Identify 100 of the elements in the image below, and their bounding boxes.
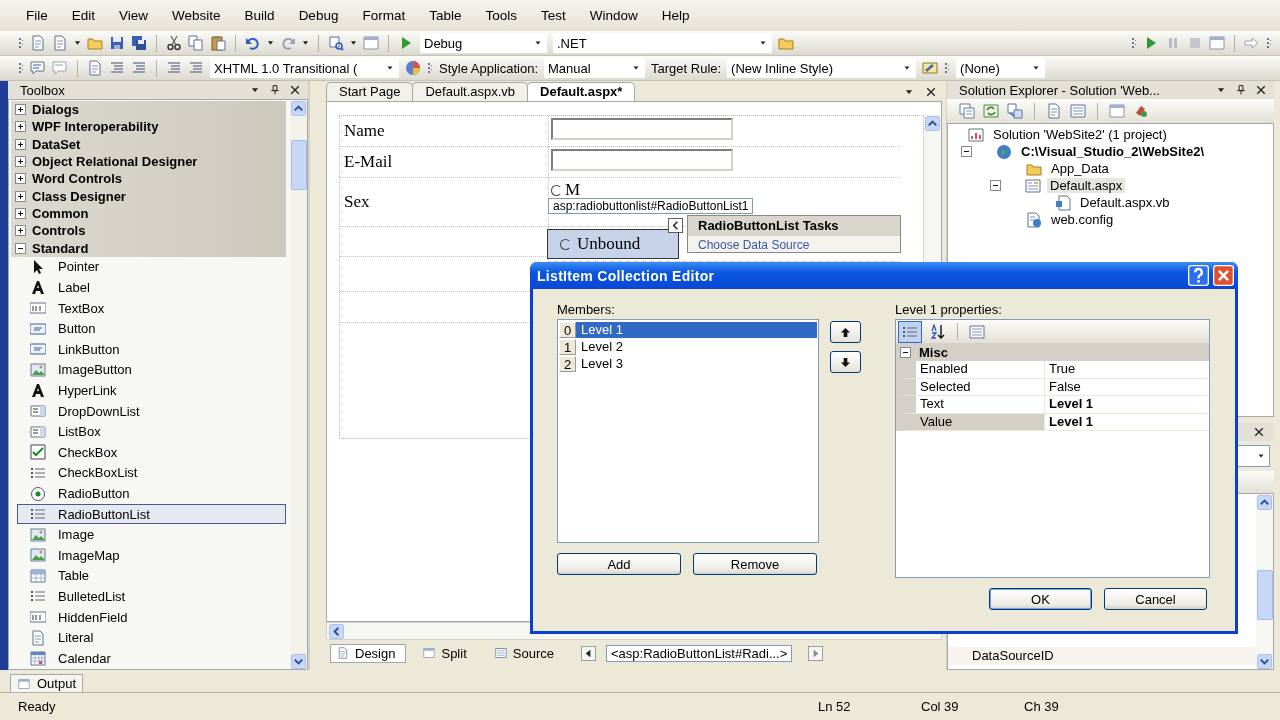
toolbox-category[interactable]: Class Designer bbox=[11, 187, 286, 205]
toolbox-item[interactable]: RadioButtonList bbox=[17, 503, 286, 525]
document-tab[interactable]: Default.aspx.vb bbox=[412, 82, 529, 101]
output-tab[interactable]: Output bbox=[10, 674, 84, 692]
toolbox-item[interactable]: RadioButton bbox=[17, 483, 286, 504]
tree-item[interactable]: Solution 'WebSite2' (1 project) bbox=[990, 127, 1170, 142]
toolbox-item[interactable]: HyperLink bbox=[17, 380, 286, 401]
menu-item[interactable]: View bbox=[107, 6, 161, 25]
undo-icon[interactable] bbox=[245, 35, 261, 51]
tree-item[interactable]: C:\Visual_Studio_2\WebSite2\ bbox=[1018, 144, 1207, 159]
property-value[interactable]: Level 1 bbox=[1045, 396, 1209, 414]
member-item[interactable]: Level 2 bbox=[576, 338, 817, 355]
toolbox-category[interactable]: WPF Interoperability bbox=[11, 118, 286, 136]
toolbox-category[interactable]: Dialogs bbox=[11, 101, 286, 119]
menu-item[interactable]: Help bbox=[649, 6, 702, 25]
caret-icon[interactable] bbox=[632, 64, 640, 72]
scroll-thumb[interactable] bbox=[1256, 570, 1273, 620]
scroll-up-button[interactable] bbox=[291, 101, 306, 116]
add-button[interactable]: Add bbox=[557, 553, 681, 575]
move-down-button[interactable] bbox=[830, 351, 861, 373]
toolbox-item[interactable]: Calendar bbox=[17, 647, 286, 669]
menu-item[interactable]: Build bbox=[232, 6, 287, 25]
toolbox-item[interactable]: CheckBox bbox=[17, 442, 286, 463]
expand-icon[interactable] bbox=[15, 225, 26, 237]
close-icon[interactable] bbox=[290, 85, 300, 95]
expand-icon[interactable] bbox=[15, 207, 26, 219]
toolbox-item[interactable]: ListBox bbox=[17, 421, 286, 442]
move-up-button[interactable] bbox=[830, 321, 861, 343]
menu-item[interactable]: Website bbox=[160, 6, 233, 25]
text-input[interactable] bbox=[551, 118, 733, 140]
help-button[interactable] bbox=[1188, 265, 1209, 286]
toolbox-item[interactable]: BulletedList bbox=[17, 586, 286, 607]
property-name[interactable]: Enabled bbox=[896, 361, 1045, 379]
menu-item[interactable]: Test bbox=[529, 6, 578, 25]
document-icon[interactable] bbox=[1046, 103, 1062, 119]
paste-icon[interactable] bbox=[210, 35, 226, 51]
toolbox-item[interactable]: Image bbox=[17, 524, 286, 545]
comment-icon[interactable] bbox=[30, 60, 46, 76]
scroll-left-button[interactable] bbox=[329, 623, 344, 639]
toolbox-item[interactable]: CheckBoxList bbox=[17, 462, 286, 484]
color-wheel-icon[interactable] bbox=[405, 60, 421, 76]
toolbox-item[interactable]: Literal bbox=[17, 627, 286, 648]
scroll-down-button[interactable] bbox=[291, 654, 306, 669]
toolbox-category[interactable]: Word Controls bbox=[11, 170, 286, 188]
close-button[interactable] bbox=[1213, 265, 1234, 286]
document-tab[interactable]: Default.aspx* bbox=[527, 82, 636, 101]
toolbox-item[interactable]: LinkButton bbox=[17, 339, 286, 360]
menu-item[interactable]: Edit bbox=[59, 6, 108, 25]
caret-icon[interactable] bbox=[903, 64, 912, 72]
toolbox-category[interactable]: Controls bbox=[11, 222, 286, 240]
menu-item[interactable]: Debug bbox=[286, 6, 351, 25]
toolbox-item[interactable]: ImageMap bbox=[17, 545, 286, 566]
doctype-dropdown[interactable]: XHTML 1.0 Transitional ( bbox=[210, 58, 399, 78]
tree-item[interactable]: App_Data bbox=[1048, 161, 1112, 176]
collapse-icon[interactable] bbox=[15, 242, 26, 254]
font-dropdown[interactable]: (None) bbox=[956, 58, 1046, 78]
ok-button[interactable]: OK bbox=[989, 588, 1092, 610]
find-icon[interactable] bbox=[328, 35, 344, 51]
caret-icon[interactable] bbox=[386, 64, 394, 72]
collapse-icon[interactable] bbox=[961, 146, 972, 157]
toolbox-category[interactable]: Standard bbox=[11, 239, 286, 257]
toolbox-item[interactable]: Pointer bbox=[17, 256, 286, 278]
pin-icon[interactable] bbox=[270, 85, 280, 95]
toolbox-item[interactable]: DropDownList bbox=[17, 400, 286, 422]
scroll-up-button[interactable] bbox=[925, 116, 940, 131]
gear-icon[interactable] bbox=[1133, 103, 1149, 119]
caret-icon[interactable] bbox=[534, 39, 542, 47]
pin-icon[interactable] bbox=[1236, 85, 1246, 95]
text-input[interactable] bbox=[551, 149, 733, 171]
caret-icon[interactable] bbox=[1032, 64, 1041, 72]
copy-icon[interactable] bbox=[188, 35, 204, 51]
member-item[interactable]: Level 1 bbox=[576, 321, 817, 338]
property-value[interactable]: False bbox=[1045, 378, 1209, 396]
tree-item[interactable]: web.config bbox=[1048, 212, 1117, 227]
save-all-icon[interactable] bbox=[131, 35, 147, 51]
tag-navigator[interactable]: <asp:RadioButtonList#Radi...> bbox=[605, 644, 793, 662]
tree-item[interactable]: Default.aspx bbox=[1047, 178, 1126, 193]
tree-item[interactable]: Default.aspx.vb bbox=[1077, 195, 1173, 210]
caret-icon[interactable] bbox=[1257, 452, 1265, 460]
menu-item[interactable]: Tools bbox=[473, 6, 529, 25]
scissors-icon[interactable] bbox=[166, 35, 182, 51]
remove-button[interactable]: Remove bbox=[693, 553, 817, 575]
save-icon[interactable] bbox=[109, 35, 125, 51]
toolbar-grip-icon[interactable] bbox=[1131, 35, 1137, 51]
categorized-button[interactable] bbox=[898, 320, 922, 343]
scroll-down-button[interactable] bbox=[1257, 654, 1272, 669]
close-icon[interactable] bbox=[926, 87, 936, 97]
next-tag-button[interactable] bbox=[808, 645, 824, 661]
scroll-up-button[interactable] bbox=[1257, 495, 1272, 510]
radio-option[interactable]: M bbox=[551, 180, 581, 200]
view-tab[interactable]: Split bbox=[416, 643, 478, 663]
toolbox-item[interactable]: HiddenField bbox=[17, 606, 286, 628]
expand-icon[interactable] bbox=[15, 121, 26, 133]
menu-item[interactable]: Window bbox=[577, 6, 650, 25]
expand-icon[interactable] bbox=[15, 156, 26, 168]
document-tab[interactable]: Start Page bbox=[326, 82, 414, 101]
sort-icon[interactable] bbox=[930, 323, 946, 340]
toolbox-item[interactable]: ImageButton bbox=[17, 359, 286, 381]
close-icon[interactable] bbox=[1256, 85, 1266, 95]
collapse-icon[interactable] bbox=[900, 346, 911, 358]
